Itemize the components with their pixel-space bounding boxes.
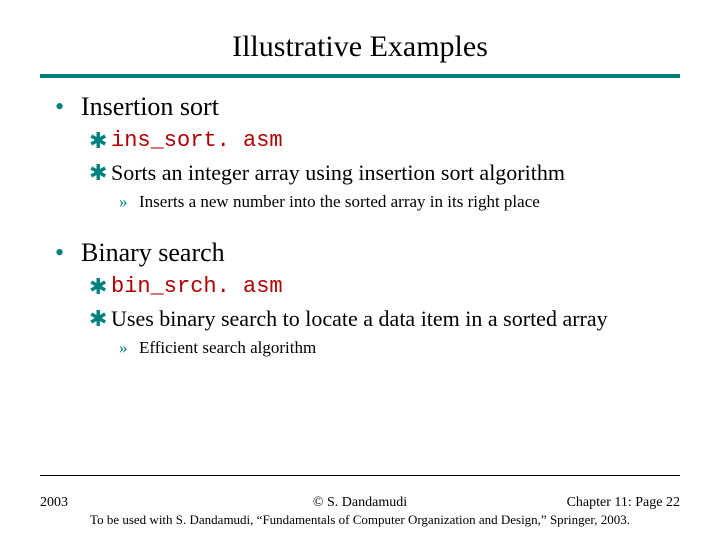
section-1-heading: Insertion sort	[81, 92, 219, 122]
raquo-icon: »	[119, 337, 139, 358]
footer-copyright: © S. Dandamudi	[253, 495, 466, 511]
code-filename: ins_sort. asm	[111, 128, 283, 154]
slide-title: Illustrative Examples	[0, 0, 720, 70]
list-item: ✱ Uses binary search to locate a data it…	[89, 306, 665, 332]
star-icon: ✱	[89, 128, 111, 154]
item-text: Uses binary search to locate a data item…	[111, 306, 608, 332]
slide: Illustrative Examples • Insertion sort ✱…	[0, 0, 720, 540]
bullet-icon: •	[55, 238, 81, 268]
footer-page: Chapter 11: Page 22	[467, 495, 680, 511]
code-filename: bin_srch. asm	[111, 274, 283, 300]
footer-year: 2003	[40, 495, 253, 511]
star-icon: ✱	[89, 274, 111, 300]
raquo-icon: »	[119, 191, 139, 212]
section-1-heading-row: • Insertion sort	[55, 92, 665, 122]
sub-list-item: » Efficient search algorithm	[119, 337, 665, 358]
subitem-text: Inserts a new number into the sorted arr…	[139, 191, 540, 212]
footer-rule	[40, 475, 680, 476]
footer-row: 2003 © S. Dandamudi Chapter 11: Page 22	[40, 495, 680, 511]
bullet-icon: •	[55, 92, 81, 122]
list-item: ✱ bin_srch. asm	[89, 274, 665, 300]
sub-list-item: » Inserts a new number into the sorted a…	[119, 191, 665, 212]
star-icon: ✱	[89, 160, 111, 186]
section-2-heading: Binary search	[81, 238, 225, 268]
list-item: ✱ ins_sort. asm	[89, 128, 665, 154]
content-area: • Insertion sort ✱ ins_sort. asm ✱ Sorts…	[55, 92, 665, 358]
subitem-text: Efficient search algorithm	[139, 337, 316, 358]
footer-subtitle: To be used with S. Dandamudi, “Fundament…	[40, 512, 680, 528]
list-item: ✱ Sorts an integer array using insertion…	[89, 160, 665, 186]
title-underline	[40, 74, 680, 78]
section-2-heading-row: • Binary search	[55, 238, 665, 268]
item-text: Sorts an integer array using insertion s…	[111, 160, 565, 186]
star-icon: ✱	[89, 306, 111, 332]
footer: 2003 © S. Dandamudi Chapter 11: Page 22 …	[40, 495, 680, 528]
